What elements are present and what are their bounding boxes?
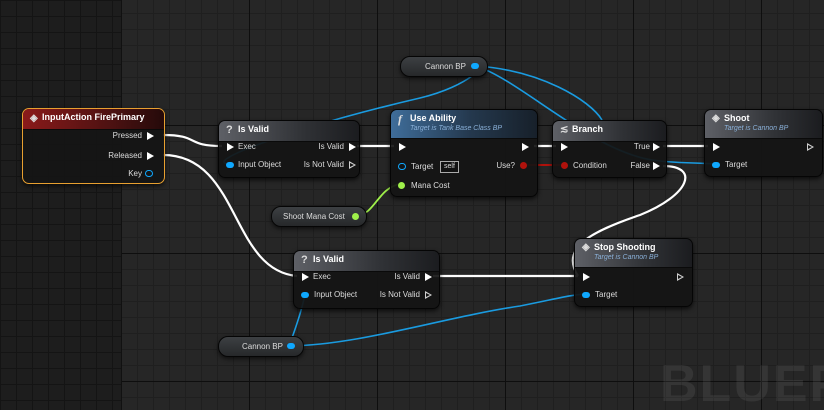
node-header: ? Is Valid (294, 251, 439, 272)
mana-cost-output-pin[interactable] (352, 213, 359, 220)
function-diamond-icon: ◈ (582, 242, 590, 253)
target-pin[interactable] (398, 163, 406, 170)
exec-in-pin[interactable] (399, 143, 406, 151)
is-valid-node-top[interactable]: ? Is Valid Exec Input Object Is Valid Is… (218, 120, 360, 178)
key-struct-pin[interactable] (145, 170, 153, 177)
node-title: Stop Shooting (594, 242, 656, 252)
pin-label-input-object: Input Object (314, 290, 358, 299)
pin-label-target: Target (411, 162, 434, 171)
input-action-fire-primary-node[interactable]: ◈ InputAction FirePrimary Pressed Releas… (22, 108, 165, 184)
branch-icon: ≲ (560, 124, 569, 135)
function-icon: f (398, 112, 402, 126)
blueprint-graph-canvas[interactable]: ◈ InputAction FirePrimary Pressed Releas… (0, 0, 824, 410)
is-not-valid-exec-pin[interactable] (349, 161, 356, 169)
node-title: InputAction FirePrimary (42, 112, 145, 122)
node-title: Branch (572, 124, 604, 134)
pin-label-released: Released (108, 151, 142, 160)
question-icon: ? (226, 124, 233, 136)
false-exec-pin[interactable] (653, 162, 660, 170)
pin-label-target: Target (595, 290, 618, 299)
pin-label-is-not-valid: Is Not Valid (379, 290, 420, 299)
target-pin[interactable] (712, 162, 720, 168)
exec-in-pin[interactable] (302, 273, 309, 281)
cannon-bp-variable-bottom[interactable]: Cannon BP (218, 336, 304, 357)
blueprint-watermark: BLUEP (660, 355, 824, 410)
exec-in-pin[interactable] (713, 143, 720, 151)
node-header: ◈ Stop Shooting Target is Cannon BP (575, 239, 692, 268)
exec-in-pin[interactable] (227, 143, 234, 151)
condition-pin[interactable] (561, 162, 568, 169)
released-exec-pin[interactable] (147, 152, 154, 160)
pin-label-pressed: Pressed (112, 131, 142, 140)
pin-label-true: True (633, 142, 650, 151)
pin-label-target: Target (725, 160, 748, 169)
is-valid-exec-pin[interactable] (425, 273, 432, 281)
question-icon: ? (301, 254, 308, 266)
pin-label-is-not-valid: Is Not Valid (303, 160, 344, 169)
variable-label: Cannon BP (242, 342, 283, 351)
pin-label-condition: Condition (573, 161, 607, 170)
pin-label-is-valid: Is Valid (394, 272, 420, 281)
node-title: Use Ability (410, 113, 457, 123)
node-subtitle: Target is Tank Base Class BP (410, 125, 503, 132)
exec-out-pin[interactable] (522, 143, 529, 151)
input-object-pin[interactable] (226, 162, 234, 168)
pressed-exec-pin[interactable] (147, 132, 154, 140)
pin-label-false: False (630, 161, 650, 170)
shoot-node[interactable]: ◈ Shoot Target is Cannon BP Target (704, 109, 823, 177)
node-header: ≲ Branch (553, 121, 666, 142)
pin-label-is-valid: Is Valid (318, 142, 344, 151)
use-bool-pin[interactable] (520, 162, 527, 169)
is-valid-node-bottom[interactable]: ? Is Valid Exec Input Object Is Valid Is… (293, 250, 440, 309)
event-diamond-icon: ◈ (30, 113, 38, 124)
mana-cost-pin[interactable] (398, 182, 405, 189)
cannon-bp-output-pin[interactable] (287, 343, 295, 349)
cannon-bp-variable-top[interactable]: Cannon BP (400, 56, 488, 77)
is-not-valid-exec-pin[interactable] (425, 291, 432, 299)
node-header: ? Is Valid (219, 121, 359, 142)
pin-label-use: Use? (496, 161, 515, 170)
use-ability-node[interactable]: f Use Ability Target is Tank Base Class … (390, 109, 538, 197)
pin-label-exec: Exec (313, 272, 331, 281)
node-subtitle: Target is Cannon BP (724, 125, 789, 132)
is-valid-exec-pin[interactable] (349, 143, 356, 151)
exec-in-pin[interactable] (583, 273, 590, 281)
exec-in-pin[interactable] (561, 143, 568, 151)
node-header: ◈ Shoot Target is Cannon BP (705, 110, 822, 139)
input-object-pin[interactable] (301, 292, 309, 298)
pin-label-key: Key (128, 169, 142, 178)
pin-label-input-object: Input Object (238, 160, 282, 169)
node-header: ◈ InputAction FirePrimary (23, 109, 164, 130)
node-subtitle: Target is Cannon BP (594, 254, 659, 261)
pin-label-exec: Exec (238, 142, 256, 151)
target-self-field[interactable]: self (440, 161, 459, 173)
node-title: Is Valid (313, 254, 345, 264)
branch-node[interactable]: ≲ Branch True Condition False (552, 120, 667, 178)
variable-label: Shoot Mana Cost (283, 212, 345, 221)
stop-shooting-node[interactable]: ◈ Stop Shooting Target is Cannon BP Targ… (574, 238, 693, 307)
exec-out-pin[interactable] (677, 273, 684, 281)
wire-exec (162, 133, 223, 148)
function-diamond-icon: ◈ (712, 113, 720, 124)
shoot-mana-cost-variable[interactable]: Shoot Mana Cost (271, 206, 367, 227)
cannon-bp-output-pin[interactable] (471, 63, 479, 69)
exec-out-pin[interactable] (807, 143, 814, 151)
true-exec-pin[interactable] (653, 143, 660, 151)
pin-label-mana-cost: Mana Cost (411, 181, 450, 190)
target-pin[interactable] (582, 292, 590, 298)
node-title: Is Valid (238, 124, 270, 134)
variable-label: Cannon BP (425, 62, 466, 71)
node-header: f Use Ability Target is Tank Base Class … (391, 110, 537, 139)
node-title: Shoot (724, 113, 750, 123)
